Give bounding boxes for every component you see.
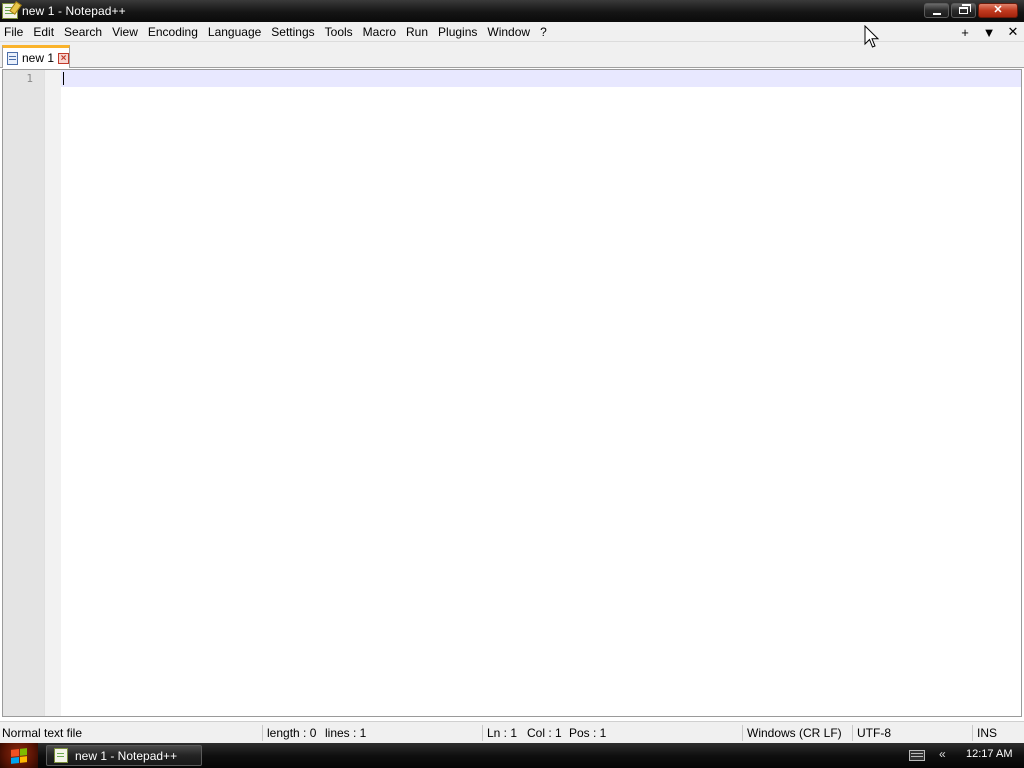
text-caret xyxy=(63,72,64,85)
status-divider xyxy=(262,725,263,741)
close-icon: ✕ xyxy=(993,4,1003,16)
status-divider xyxy=(742,725,743,741)
status-divider xyxy=(852,725,853,741)
status-lines: lines : 1 xyxy=(325,726,367,740)
minimize-icon xyxy=(932,12,941,15)
menu-language[interactable]: Language xyxy=(203,22,266,42)
window-title: new 1 - Notepad++ xyxy=(22,4,126,18)
close-button[interactable]: ✕ xyxy=(978,3,1018,18)
line-number: 1 xyxy=(26,72,33,85)
keyboard-tray-icon[interactable] xyxy=(909,750,925,761)
status-divider xyxy=(482,725,483,741)
menu-search[interactable]: Search xyxy=(59,22,107,42)
tab-list-dropdown-icon[interactable]: ▼ xyxy=(982,25,996,40)
new-tab-plus-icon[interactable]: + xyxy=(958,25,972,40)
status-eol[interactable]: Windows (CR LF) xyxy=(747,722,842,744)
mouse-cursor-icon xyxy=(864,25,880,48)
restore-icon xyxy=(959,4,971,14)
taskbar-clock[interactable]: 12:17 AM xyxy=(966,748,1012,760)
close-document-icon[interactable]: ✕ xyxy=(1006,24,1020,40)
status-divider xyxy=(972,725,973,741)
status-encoding[interactable]: UTF-8 xyxy=(857,722,891,744)
line-number-gutter: 1 xyxy=(3,70,45,716)
notepadpp-app-icon[interactable] xyxy=(2,3,18,19)
notepadpp-taskbar-icon xyxy=(54,748,68,763)
tab-label: new 1 xyxy=(22,51,55,65)
menu-encoding[interactable]: Encoding xyxy=(143,22,203,42)
show-hidden-icons-chevron-icon[interactable]: « xyxy=(939,747,946,761)
status-bar: Normal text file length : 0 lines : 1 Ln… xyxy=(0,721,1024,743)
tab-close-icon[interactable]: × xyxy=(58,52,70,64)
editor-area[interactable]: 1 xyxy=(2,69,1022,717)
status-pos: Pos : 1 xyxy=(569,726,607,740)
taskbar-notepadpp-button[interactable]: new 1 - Notepad++ xyxy=(46,745,202,766)
status-col: Col : 1 xyxy=(527,726,562,740)
title-bar[interactable]: new 1 - Notepad++ ✕ xyxy=(0,0,1024,22)
window-controls: ✕ xyxy=(924,3,1018,18)
menu-edit[interactable]: Edit xyxy=(28,22,59,42)
tab-new-1[interactable]: new 1 × xyxy=(2,45,70,68)
taskbar-button-label: new 1 - Notepad++ xyxy=(75,748,178,763)
restore-button[interactable] xyxy=(951,3,976,18)
file-icon xyxy=(7,51,18,65)
status-ln: Ln : 1 xyxy=(487,726,518,740)
fold-margin[interactable] xyxy=(45,70,61,716)
menu-plugins[interactable]: Plugins xyxy=(433,22,482,42)
menu-settings[interactable]: Settings xyxy=(266,22,319,42)
menu-tools[interactable]: Tools xyxy=(320,22,358,42)
taskbar: new 1 - Notepad++ « 12:17 AM xyxy=(0,743,1024,768)
menu-help[interactable]: ? xyxy=(535,22,552,42)
windows-logo-icon xyxy=(11,747,27,764)
status-length: length : 0 xyxy=(267,726,317,740)
menu-window[interactable]: Window xyxy=(482,22,535,42)
start-button[interactable] xyxy=(0,743,38,768)
menu-run[interactable]: Run xyxy=(401,22,433,42)
menu-view[interactable]: View xyxy=(107,22,143,42)
status-file-type: Normal text file xyxy=(2,726,83,740)
menu-right-controls: + ▼ ✕ xyxy=(958,22,1020,42)
menu-macro[interactable]: Macro xyxy=(358,22,401,42)
status-insert-mode[interactable]: INS xyxy=(977,722,997,744)
current-line-highlight xyxy=(61,70,1021,87)
menu-file[interactable]: File xyxy=(0,22,28,42)
minimize-button[interactable] xyxy=(924,3,949,18)
